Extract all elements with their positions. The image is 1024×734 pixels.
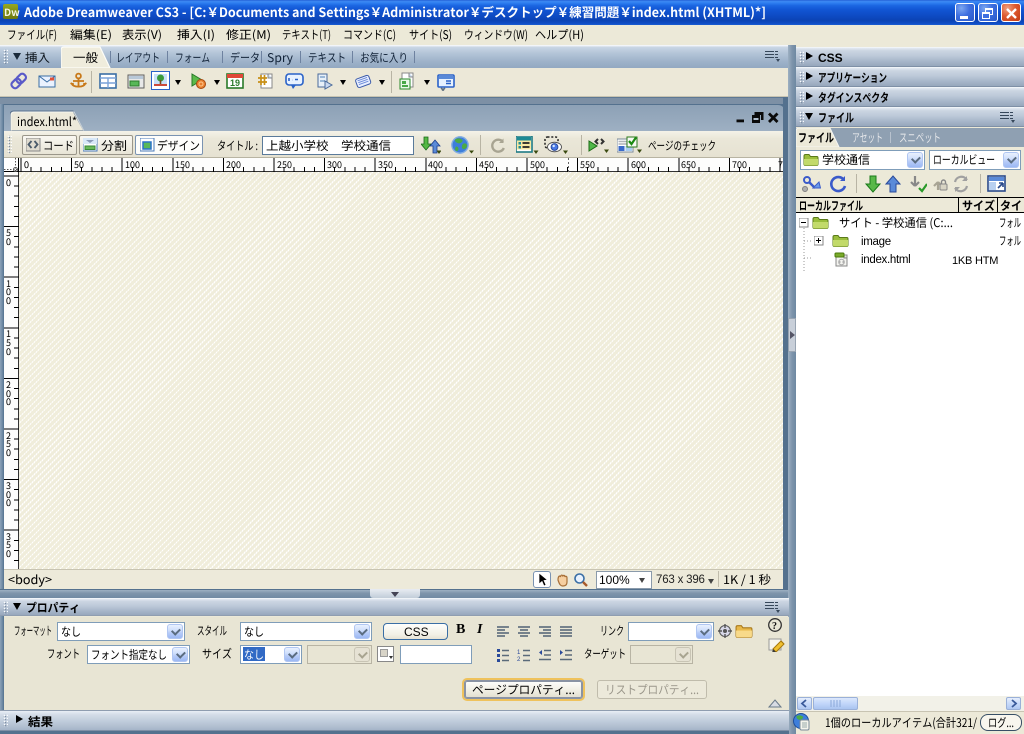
svg-text:19: 19 bbox=[230, 78, 240, 88]
svg-text:1: 1 bbox=[517, 650, 521, 656]
svg-text:?: ? bbox=[772, 621, 777, 632]
svg-text:2: 2 bbox=[517, 657, 521, 662]
